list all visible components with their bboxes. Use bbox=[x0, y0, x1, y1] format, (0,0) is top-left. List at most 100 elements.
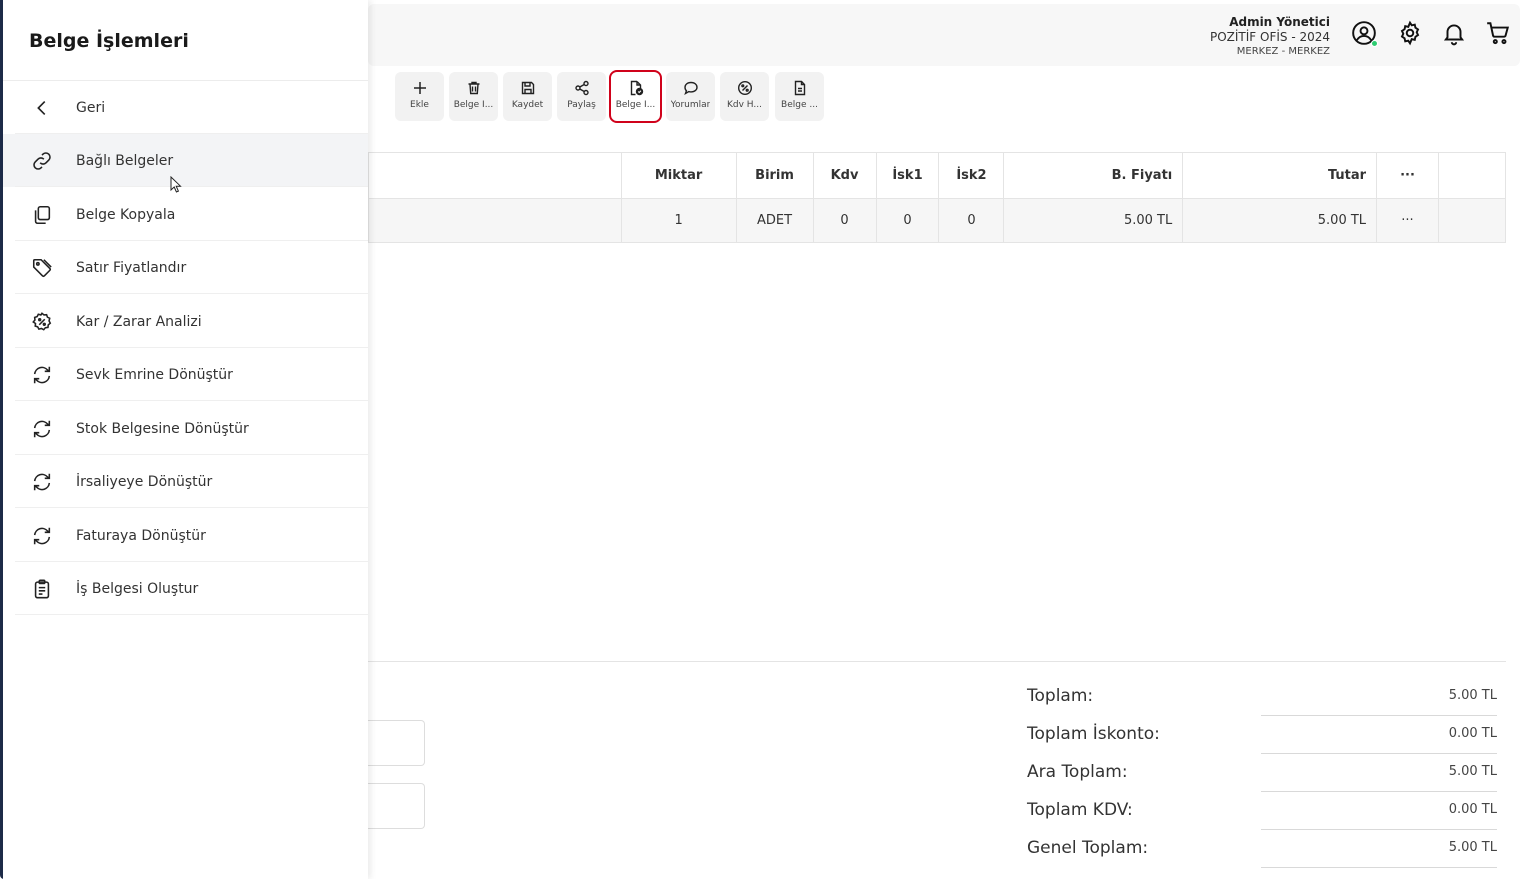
cell-unit-price[interactable]: 5.00 TL bbox=[1003, 198, 1184, 243]
toolbar-button-label: Kdv H... bbox=[727, 100, 762, 110]
toolbar-button-label: Paylaş bbox=[567, 100, 596, 110]
menu-item-profit-loss-analysis[interactable]: Kar / Zarar Analizi bbox=[3, 295, 368, 348]
menu-item-convert-to-stock-document[interactable]: Stok Belgesine Dönüştür bbox=[3, 402, 368, 455]
column-header-quantity[interactable]: Miktar bbox=[620, 152, 737, 199]
settings-gear-icon[interactable] bbox=[1395, 18, 1425, 48]
toolbar-share-button[interactable]: Paylaş bbox=[557, 72, 606, 121]
branch-name: MERKEZ - MERKEZ bbox=[1236, 46, 1330, 57]
cell-product[interactable] bbox=[368, 198, 622, 243]
toolbar-vat-button[interactable]: Kdv H... bbox=[720, 72, 769, 121]
row-more-icon[interactable]: ··· bbox=[1376, 198, 1439, 243]
menu-item-copy-document[interactable]: Belge Kopyala bbox=[3, 188, 368, 241]
toolbar-comments-button[interactable]: Yorumlar bbox=[666, 72, 715, 121]
toolbar-button-label: Yorumlar bbox=[670, 100, 711, 110]
document-check-icon bbox=[630, 80, 643, 96]
percent-badge-icon bbox=[30, 310, 54, 334]
menu-item-create-work-document[interactable]: İş Belgesi Oluştur bbox=[3, 562, 368, 615]
user-profile-icon[interactable] bbox=[1349, 18, 1379, 48]
menu-item-label: Geri bbox=[76, 99, 106, 116]
menu-item-convert-to-shipping-order[interactable]: Sevk Emrine Dönüştür bbox=[3, 348, 368, 401]
total-value: 0.00 TL bbox=[1448, 802, 1497, 817]
note-input-1[interactable] bbox=[368, 720, 425, 766]
column-header-discount1[interactable]: İsk1 bbox=[875, 152, 940, 199]
cell-unit[interactable]: ADET bbox=[735, 198, 814, 243]
refresh-icon bbox=[30, 363, 54, 387]
total-label: Toplam: bbox=[1027, 686, 1094, 706]
table-header-row: Miktar Birim Kdv İsk1 İsk2 B. Fiyatı Tut… bbox=[368, 152, 1507, 199]
menu-item-back[interactable]: Geri bbox=[3, 81, 368, 134]
total-label: Ara Toplam: bbox=[1027, 762, 1128, 782]
clipboard-icon bbox=[30, 577, 54, 601]
cell-total[interactable]: 5.00 TL bbox=[1182, 198, 1378, 243]
column-header-unit[interactable]: Birim bbox=[735, 152, 814, 199]
mouse-cursor-icon bbox=[170, 176, 182, 193]
comment-icon bbox=[683, 81, 698, 96]
cell-quantity[interactable]: 1 bbox=[620, 198, 737, 243]
menu-item-convert-to-waybill[interactable]: İrsaliyeye Dönüştür bbox=[3, 455, 368, 508]
total-value: 5.00 TL bbox=[1448, 764, 1497, 779]
toolbar-delete-button[interactable]: Belge İ... bbox=[449, 72, 498, 121]
save-icon bbox=[521, 81, 534, 95]
cell-discount2[interactable]: 0 bbox=[938, 198, 1005, 243]
total-label: Genel Toplam: bbox=[1027, 838, 1149, 858]
toolbar: Ekle Belge İ... Kaydet Paylaş Belge İ...… bbox=[368, 66, 1520, 126]
toolbar-save-button[interactable]: Kaydet bbox=[503, 72, 552, 121]
cell-vat[interactable]: 0 bbox=[812, 198, 877, 243]
menu-item-convert-to-invoice[interactable]: Faturaya Dönüştür bbox=[3, 509, 368, 562]
column-header-extra bbox=[1437, 152, 1507, 199]
menu-item-line-pricing[interactable]: Satır Fiyatlandır bbox=[3, 241, 368, 294]
tag-icon bbox=[30, 256, 54, 280]
menu-item-linked-documents[interactable]: Bağlı Belgeler bbox=[3, 134, 368, 187]
toolbar-button-label: Kaydet bbox=[511, 100, 544, 110]
totals-row-subtotal: Toplam: 5.00 TL bbox=[1027, 678, 1497, 716]
document-icon bbox=[794, 80, 805, 96]
drawer-title: Belge İşlemleri bbox=[29, 30, 189, 52]
shopping-cart-icon[interactable] bbox=[1483, 18, 1513, 48]
trash-icon bbox=[468, 81, 479, 95]
company-name: POZİTİF OFİS - 2024 bbox=[1209, 30, 1330, 44]
menu-item-label: Stok Belgesine Dönüştür bbox=[76, 420, 249, 437]
share-icon bbox=[574, 80, 589, 96]
totals-row-discount: Toplam İskonto: 0.00 TL bbox=[1027, 716, 1497, 754]
total-label: Toplam KDV: bbox=[1027, 800, 1133, 820]
total-value: 5.00 TL bbox=[1448, 688, 1497, 703]
total-value: 0.00 TL bbox=[1448, 726, 1497, 741]
link-icon bbox=[30, 149, 54, 173]
column-header-unit-price[interactable]: B. Fiyatı bbox=[1003, 152, 1184, 199]
toolbar-button-label: Ekle bbox=[410, 100, 429, 110]
menu-item-label: İrsaliyeye Dönüştür bbox=[76, 473, 213, 490]
note-input-2[interactable] bbox=[368, 783, 425, 829]
user-info[interactable]: Admin Yönetici POZİTİF OFİS - 2024 MERKE… bbox=[1210, 15, 1330, 58]
column-header-product bbox=[368, 152, 622, 199]
toolbar-document-actions-button[interactable]: Belge İ... bbox=[609, 70, 662, 123]
document-actions-drawer: Belge İşlemleri Geri Bağlı Belgeler Belg… bbox=[3, 0, 368, 879]
user-name: Admin Yönetici bbox=[1229, 15, 1330, 29]
document-lines-table: Miktar Birim Kdv İsk1 İsk2 B. Fiyatı Tut… bbox=[368, 152, 1507, 662]
column-header-discount2[interactable]: İsk2 bbox=[938, 152, 1005, 199]
column-header-total[interactable]: Tutar bbox=[1182, 152, 1378, 199]
toolbar-button-label: Belge İ... bbox=[453, 100, 494, 110]
percent-icon bbox=[737, 80, 752, 96]
notification-bell-icon[interactable] bbox=[1439, 18, 1469, 48]
toolbar-document-print-button[interactable]: Belge ... bbox=[775, 72, 824, 121]
column-header-vat[interactable]: Kdv bbox=[812, 152, 877, 199]
cell-extra bbox=[1437, 198, 1507, 243]
column-header-more-icon[interactable]: ··· bbox=[1376, 152, 1439, 199]
chevron-left-icon bbox=[30, 96, 54, 120]
totals-row-vat: Toplam KDV: 0.00 TL bbox=[1027, 792, 1497, 830]
toolbar-button-label: Belge İ... bbox=[615, 100, 656, 110]
refresh-icon bbox=[30, 417, 54, 441]
refresh-icon bbox=[30, 470, 54, 494]
table-row[interactable]: 1 ADET 0 0 0 5.00 TL 5.00 TL ··· bbox=[368, 198, 1507, 243]
totals-row-grand-total: Genel Toplam: 5.00 TL bbox=[1027, 830, 1497, 868]
cell-discount1[interactable]: 0 bbox=[875, 198, 940, 243]
menu-item-label: Kar / Zarar Analizi bbox=[76, 313, 202, 330]
menu-item-label: Sevk Emrine Dönüştür bbox=[76, 366, 233, 383]
online-status-dot bbox=[1371, 40, 1378, 47]
menu-item-label: Bağlı Belgeler bbox=[76, 152, 174, 169]
copy-icon bbox=[30, 203, 54, 227]
menu-item-label: İş Belgesi Oluştur bbox=[76, 580, 199, 597]
plus-icon bbox=[413, 82, 426, 94]
toolbar-add-button[interactable]: Ekle bbox=[395, 72, 444, 121]
top-header: Admin Yönetici POZİTİF OFİS - 2024 MERKE… bbox=[368, 4, 1520, 66]
